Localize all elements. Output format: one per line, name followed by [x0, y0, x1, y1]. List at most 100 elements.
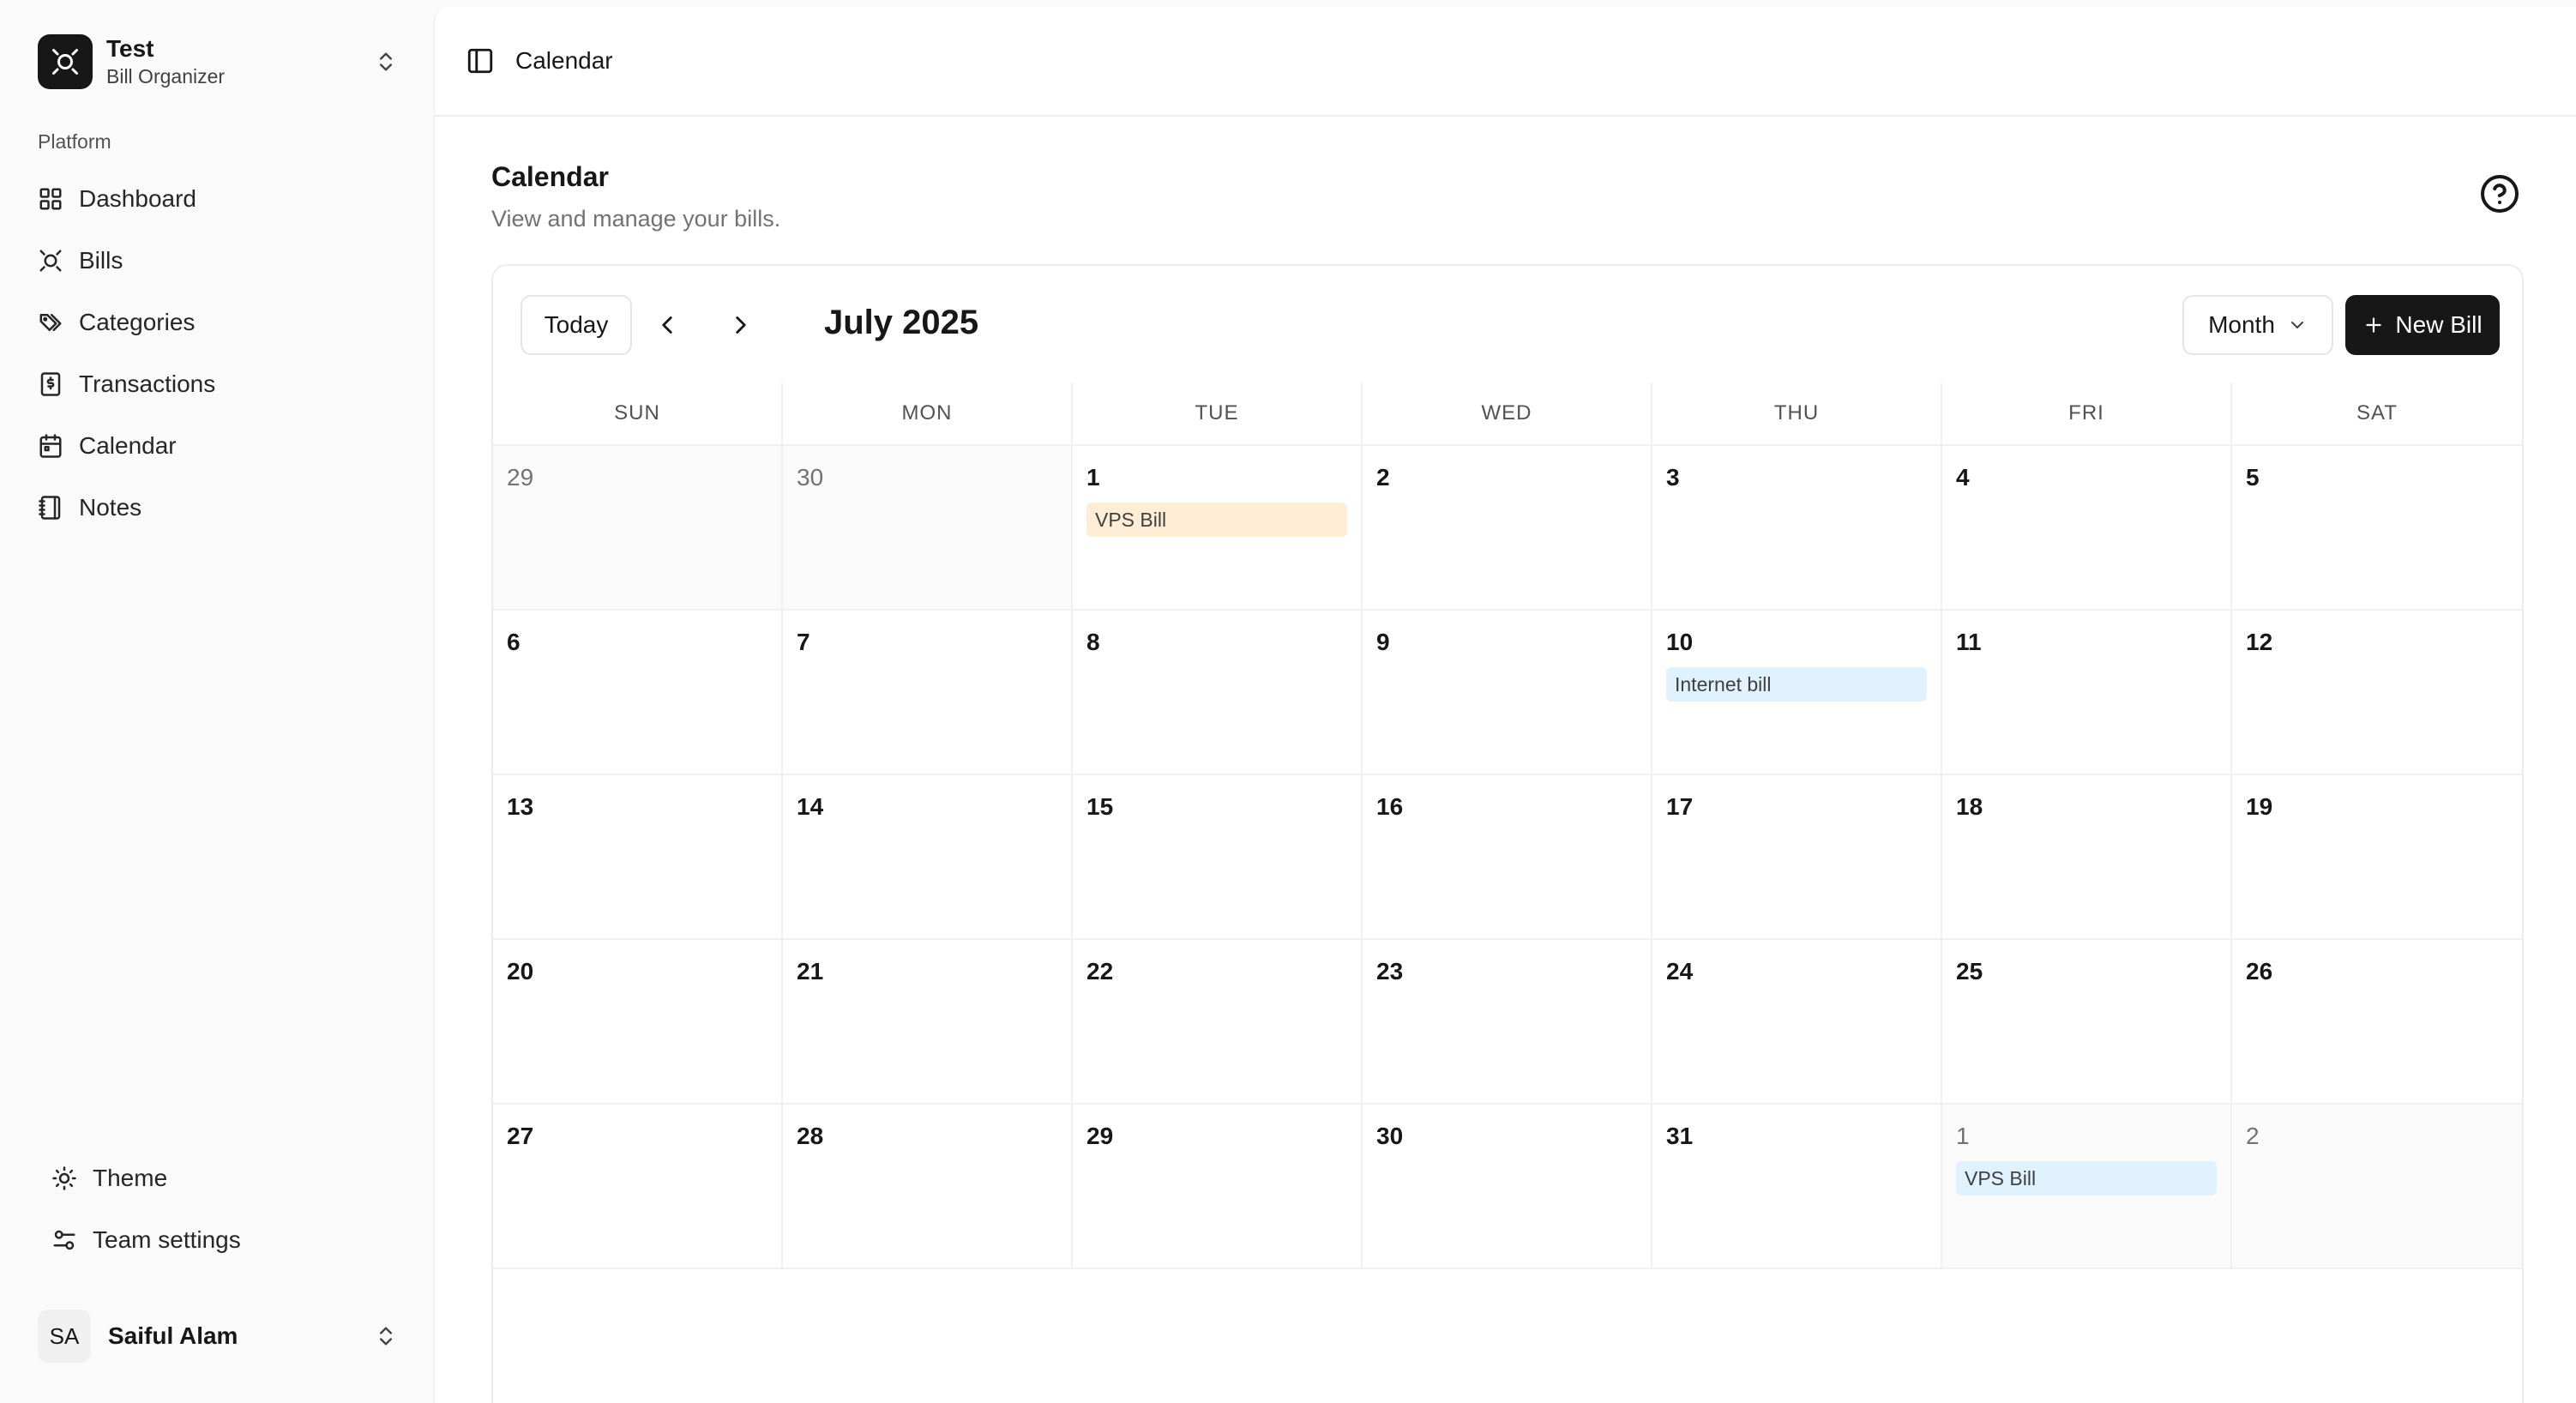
- calendar-day-cell[interactable]: 8: [1073, 611, 1363, 775]
- day-number: 1: [1086, 464, 1100, 491]
- day-number: 2: [1376, 464, 1390, 491]
- calendar-day-cell[interactable]: 30: [1363, 1105, 1652, 1269]
- sidebar-item-categories[interactable]: Categories: [24, 292, 412, 353]
- help-circle-icon[interactable]: [2479, 173, 2520, 214]
- calendar-event[interactable]: VPS Bill: [1086, 503, 1347, 537]
- sidebar-item-label: Transactions: [79, 370, 216, 397]
- new-bill-label: New Bill: [2395, 311, 2483, 338]
- calendar-day-cell[interactable]: 9: [1363, 611, 1652, 775]
- team-switcher[interactable]: Test Bill Organizer: [24, 26, 412, 98]
- team-settings-link[interactable]: Team settings: [38, 1209, 412, 1271]
- calendar-day-cell[interactable]: 30: [783, 446, 1073, 611]
- weekday-label: THU: [1652, 382, 1942, 446]
- day-number: 25: [1956, 958, 1983, 985]
- weekday-label: TUE: [1073, 382, 1363, 446]
- team-subtitle: Bill Organizer: [106, 65, 226, 87]
- team-settings-label: Team settings: [93, 1226, 241, 1253]
- calendar-day-cell[interactable]: 29: [493, 446, 783, 611]
- sidebar-item-calendar[interactable]: Calendar: [24, 415, 412, 477]
- sidebar-item-bills[interactable]: Bills: [24, 230, 412, 292]
- day-number: 29: [1086, 1123, 1114, 1149]
- calendar-day-cell[interactable]: 10 Internet bill: [1652, 611, 1942, 775]
- day-number: 28: [797, 1123, 824, 1149]
- calendar-day-cell[interactable]: 1 VPS Bill: [1073, 446, 1363, 611]
- weekday-label: FRI: [1942, 382, 2232, 446]
- calendar-day-cell[interactable]: 6: [493, 611, 783, 775]
- view-select-label: Month: [2208, 311, 2275, 338]
- calendar-day-cell[interactable]: 23: [1363, 940, 1652, 1105]
- sidebar-item-dashboard[interactable]: Dashboard: [24, 168, 412, 230]
- calendar-day-cell[interactable]: 29: [1073, 1105, 1363, 1269]
- calendar-week-row: 13 14 15 16 17 18 19: [493, 775, 2522, 940]
- sidebar-toggle-icon[interactable]: [466, 46, 495, 75]
- today-button[interactable]: Today: [521, 295, 632, 355]
- calendar-day-cell[interactable]: 2: [2232, 1105, 2522, 1269]
- chevrons-up-down-icon: [380, 1327, 392, 1346]
- tags-icon: [39, 314, 62, 331]
- day-number: 29: [507, 464, 534, 491]
- theme-toggle[interactable]: Theme: [38, 1147, 412, 1209]
- calendar-day-cell[interactable]: 13: [493, 775, 783, 940]
- day-number: 6: [507, 629, 521, 655]
- calendar-icon: [39, 434, 62, 458]
- day-number: 24: [1666, 958, 1694, 985]
- calendar-day-cell[interactable]: 14: [783, 775, 1073, 940]
- day-number: 23: [1376, 958, 1404, 985]
- day-number: 11: [1956, 629, 1982, 655]
- sidebar-item-transactions[interactable]: Transactions: [24, 353, 412, 415]
- calendar-day-cell[interactable]: 22: [1073, 940, 1363, 1105]
- calendar-day-cell[interactable]: 24: [1652, 940, 1942, 1105]
- day-number: 12: [2246, 629, 2273, 655]
- calendar-day-cell[interactable]: 4: [1942, 446, 2232, 611]
- calendar-day-cell[interactable]: 3: [1652, 446, 1942, 611]
- day-number: 16: [1376, 793, 1404, 820]
- calendar-day-cell[interactable]: 16: [1363, 775, 1652, 940]
- calendar-week-row: 29 30 1 VPS Bill 2 3 4 5: [493, 446, 2522, 611]
- sidebar-nav: Dashboard Bills Categories Transactions …: [24, 168, 412, 539]
- day-number: 5: [2246, 464, 2260, 491]
- weekday-header: SUN MON TUE WED THU FRI SAT: [493, 382, 2522, 446]
- day-number: 22: [1086, 958, 1114, 985]
- weekday-label: WED: [1363, 382, 1652, 446]
- calendar-day-cell[interactable]: 17: [1652, 775, 1942, 940]
- calendar-day-cell[interactable]: 11: [1942, 611, 2232, 775]
- page-title: Calendar: [491, 161, 609, 192]
- new-bill-button[interactable]: New Bill: [2345, 295, 2500, 355]
- day-number: 26: [2246, 958, 2273, 985]
- calendar-day-cell[interactable]: 18: [1942, 775, 2232, 940]
- calendar-week-row: 6 7 8 9 10 Internet bill 11 12: [493, 611, 2522, 775]
- calendar-day-cell[interactable]: 20: [493, 940, 783, 1105]
- day-number: 20: [507, 958, 534, 985]
- sidebar-item-label: Calendar: [79, 432, 177, 459]
- calendar-day-cell[interactable]: 5: [2232, 446, 2522, 611]
- calendar-event[interactable]: Internet bill: [1666, 667, 1927, 702]
- day-number: 30: [797, 464, 824, 491]
- sidebar-item-label: Bills: [79, 247, 123, 274]
- calendar-grid: SUN MON TUE WED THU FRI SAT 29 30 1 VPS Bill 2 3 4 5 6…: [493, 382, 2522, 1269]
- calendar-day-cell[interactable]: 21: [783, 940, 1073, 1105]
- calendar-day-cell[interactable]: 1 VPS Bill: [1942, 1105, 2232, 1269]
- calendar-week-row: 27 28 29 30 31 1 VPS Bill 2: [493, 1105, 2522, 1269]
- calendar-day-cell[interactable]: 26: [2232, 940, 2522, 1105]
- calendar-day-cell[interactable]: 27: [493, 1105, 783, 1269]
- day-number: 15: [1086, 793, 1114, 820]
- calendar-day-cell[interactable]: 25: [1942, 940, 2232, 1105]
- chevron-left-icon[interactable]: [653, 310, 682, 340]
- calendar-day-cell[interactable]: 31: [1652, 1105, 1942, 1269]
- calendar-day-cell[interactable]: 28: [783, 1105, 1073, 1269]
- sidebar-item-notes[interactable]: Notes: [24, 477, 412, 539]
- calendar-day-cell[interactable]: 19: [2232, 775, 2522, 940]
- chevron-right-icon[interactable]: [726, 310, 755, 340]
- day-number: 7: [797, 629, 810, 655]
- day-number: 18: [1956, 793, 1983, 820]
- settings-sliders-icon: [53, 1230, 75, 1250]
- user-menu[interactable]: SA Saiful Alam: [24, 1304, 412, 1369]
- calendar-day-cell[interactable]: 7: [783, 611, 1073, 775]
- calendar-card: Today July 2025 Month New Bill SUN MON TUE…: [491, 264, 2524, 1403]
- view-select[interactable]: Month: [2182, 295, 2333, 355]
- sidebar: Test Bill Organizer Platform Dashboard B…: [0, 0, 434, 1403]
- calendar-day-cell[interactable]: 15: [1073, 775, 1363, 940]
- calendar-event[interactable]: VPS Bill: [1956, 1161, 2217, 1195]
- calendar-day-cell[interactable]: 12: [2232, 611, 2522, 775]
- calendar-day-cell[interactable]: 2: [1363, 446, 1652, 611]
